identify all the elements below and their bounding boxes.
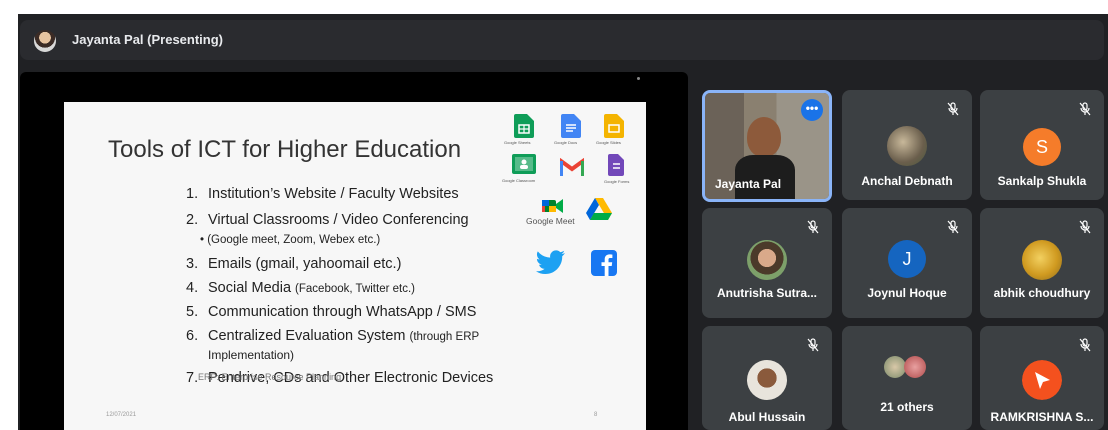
cursor-arrow-icon — [1022, 360, 1062, 400]
participant-name: abhik choudhury — [993, 286, 1091, 300]
participant-tile[interactable]: Abul Hussain — [702, 326, 832, 430]
participant-avatar: J — [888, 240, 926, 278]
more-options-button[interactable]: ••• — [801, 99, 823, 121]
google-forms-icon — [608, 154, 624, 176]
twitter-icon — [536, 250, 565, 274]
google-meet-icon — [542, 199, 563, 213]
participant-tile[interactable]: ••• Jayanta Pal — [702, 90, 832, 202]
top-bar: Jayanta Pal (Presenting) — [18, 14, 1108, 66]
google-slides-label: Google Slides — [596, 140, 621, 145]
mic-off-icon — [807, 338, 819, 352]
presenter-bar[interactable]: Jayanta Pal (Presenting) — [20, 20, 1104, 60]
participant-avatar: S — [1023, 128, 1061, 166]
participant-name: RAMKRISHNA S... — [990, 410, 1094, 424]
list-item: 6. Centralized Evaluation System (through… — [186, 328, 480, 344]
list-item-continuation: Implementation) — [208, 348, 295, 362]
participant-tile[interactable]: Anutrisha Sutra... — [702, 208, 832, 318]
list-item: 5. Communication through WhatsApp / SMS — [186, 304, 477, 320]
participant-name: Sankalp Shukla — [997, 174, 1087, 188]
google-classroom-icon — [512, 154, 536, 174]
others-avatar — [884, 356, 906, 378]
presenter-label: Jayanta Pal (Presenting) — [72, 32, 223, 47]
participant-avatar — [747, 240, 787, 280]
presentation-stage[interactable]: Tools of ICT for Higher Education 1. Inst… — [20, 72, 688, 430]
participant-name: Joynul Hoque — [867, 286, 947, 300]
meet-window: Jayanta Pal (Presenting) Tools of ICT fo… — [18, 14, 1108, 430]
google-sheets-label: Google Sheets — [504, 140, 531, 145]
google-docs-label: Google Docs — [554, 140, 578, 145]
participant-name: Jayanta Pal — [715, 177, 782, 191]
participant-tile[interactable]: Anchal Debnath — [842, 90, 972, 200]
participant-tile[interactable]: abhik choudhury — [980, 208, 1104, 318]
participant-tile[interactable]: J Joynul Hoque — [842, 208, 972, 318]
facebook-icon — [591, 250, 617, 276]
mic-off-icon — [1079, 102, 1091, 116]
stage-indicator — [637, 77, 640, 80]
list-item: 4. Social Media (Facebook, Twitter etc.) — [186, 280, 415, 296]
list-item: 3. Emails (gmail, yahoomail etc.) — [186, 256, 402, 272]
google-drive-icon — [586, 198, 612, 220]
participant-tile[interactable]: S Sankalp Shukla — [980, 90, 1104, 200]
list-sub-item: • (Google meet, Zoom, Webex etc.) — [200, 234, 381, 246]
participant-tile[interactable]: RAMKRISHNA S... — [980, 326, 1104, 430]
participant-name: Anutrisha Sutra... — [716, 286, 817, 300]
participant-avatar — [887, 126, 927, 166]
google-forms-label: Google Forms — [604, 179, 630, 184]
slide-title: Tools of ICT for Higher Education — [108, 136, 462, 163]
google-slides-icon — [604, 114, 624, 138]
mic-off-icon — [1079, 220, 1091, 234]
slide-date: 12/07/2021 — [106, 412, 137, 418]
video-person-head — [747, 117, 781, 157]
participant-avatar — [747, 360, 787, 400]
slide-page-number: 8 — [594, 412, 598, 418]
google-docs-icon — [561, 114, 581, 138]
google-classroom-label: Google Classroom — [502, 178, 536, 183]
presenter-avatar — [34, 30, 56, 52]
mic-off-icon — [807, 220, 819, 234]
list-item: 1. Institution’s Website / Faculty Websit… — [186, 186, 459, 202]
others-avatar — [904, 356, 926, 378]
others-tile[interactable]: 21 others — [842, 326, 972, 430]
presentation-slide: Tools of ICT for Higher Education 1. Inst… — [64, 102, 646, 430]
participant-name: Anchal Debnath — [861, 174, 953, 188]
others-count: 21 others — [880, 400, 934, 414]
participant-name: Abul Hussain — [728, 410, 806, 424]
mic-off-icon — [947, 102, 959, 116]
mic-off-icon — [1079, 338, 1091, 352]
google-sheets-icon — [514, 114, 534, 138]
slide-footnote: ERP: Enterprise Resource Planning — [198, 372, 342, 382]
mic-off-icon — [947, 220, 959, 234]
google-meet-label: Google Meet — [526, 216, 575, 226]
participant-avatar — [1022, 240, 1062, 280]
list-item: 2. Virtual Classrooms / Video Conferencin… — [186, 212, 469, 228]
gmail-icon — [560, 158, 584, 176]
